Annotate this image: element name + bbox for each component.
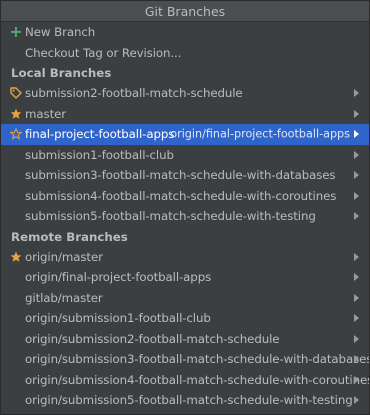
star-filled-icon bbox=[10, 251, 22, 263]
submenu-arrow-icon bbox=[354, 130, 359, 139]
remote-branch-item[interactable]: origin/master bbox=[1, 247, 369, 268]
branch-label: submission2-football-match-schedule bbox=[25, 86, 243, 101]
branch-label: origin/submission2-football-match-schedu… bbox=[25, 331, 280, 346]
submenu-arrow-icon bbox=[354, 334, 359, 343]
local-branch-item[interactable]: submission5-football-match-schedule-with… bbox=[1, 206, 369, 227]
branch-label: origin/submission3-football-match-schedu… bbox=[25, 352, 370, 367]
submenu-arrow-icon bbox=[354, 273, 359, 282]
submenu-arrow-icon bbox=[354, 109, 359, 118]
submenu-arrow-icon bbox=[354, 191, 359, 200]
tracking-branch-label: origin/final-project-football-apps bbox=[170, 127, 350, 141]
branch-label: origin/submission1-football-club bbox=[25, 311, 211, 326]
branch-label: origin/master bbox=[25, 249, 103, 264]
star-filled-icon bbox=[10, 108, 22, 120]
plus-icon: + bbox=[9, 22, 23, 42]
new-branch-action[interactable]: + New Branch bbox=[1, 22, 369, 43]
branch-label: submission4-football-match-schedule-with… bbox=[25, 188, 337, 203]
branch-label: submission3-football-match-schedule-with… bbox=[25, 168, 336, 183]
submenu-arrow-icon bbox=[354, 314, 359, 323]
local-branch-item-selected[interactable]: final-project-football-apps origin/final… bbox=[1, 124, 369, 145]
branch-label: submission5-football-match-schedule-with… bbox=[25, 209, 316, 224]
local-branch-item[interactable]: submission1-football-club bbox=[1, 145, 369, 166]
star-outline-icon bbox=[10, 128, 22, 140]
popup-title: Git Branches bbox=[1, 1, 369, 22]
submenu-arrow-icon bbox=[354, 89, 359, 98]
remote-branch-item[interactable]: origin/submission1-football-club bbox=[1, 308, 369, 329]
local-branches-header: Local Branches bbox=[11, 66, 112, 80]
remote-branch-item[interactable]: origin/final-project-football-apps bbox=[1, 267, 369, 288]
submenu-arrow-icon bbox=[354, 212, 359, 221]
local-branch-item[interactable]: submission4-football-match-schedule-with… bbox=[1, 186, 369, 207]
checkout-tag-action[interactable]: Checkout Tag or Revision... bbox=[1, 43, 369, 64]
local-branch-item[interactable]: submission2-football-match-schedule bbox=[1, 83, 369, 104]
remote-branch-item[interactable]: origin/submission4-football-match-schedu… bbox=[1, 370, 369, 391]
remote-branch-item[interactable]: gitlab/master bbox=[1, 288, 369, 309]
branch-label: origin/submission5-football-match-schedu… bbox=[25, 393, 353, 408]
tag-icon bbox=[10, 87, 22, 99]
local-branch-item[interactable]: submission3-football-match-schedule-with… bbox=[1, 165, 369, 186]
branch-label: origin/submission4-football-match-schedu… bbox=[25, 372, 370, 387]
submenu-arrow-icon bbox=[354, 355, 359, 364]
branch-label: master bbox=[25, 106, 67, 121]
remote-branch-item[interactable]: origin/submission2-football-match-schedu… bbox=[1, 329, 369, 350]
remote-branch-item[interactable]: origin/submission3-football-match-schedu… bbox=[1, 349, 369, 370]
local-branch-item[interactable]: master bbox=[1, 104, 369, 125]
remote-branches-header: Remote Branches bbox=[11, 229, 128, 244]
remote-branch-item[interactable]: origin/submission5-football-match-schedu… bbox=[1, 390, 369, 411]
submenu-arrow-icon bbox=[354, 252, 359, 261]
branch-label: origin/final-project-football-apps bbox=[25, 270, 212, 285]
submenu-arrow-icon bbox=[354, 150, 359, 159]
submenu-arrow-icon bbox=[354, 396, 359, 405]
new-branch-label: New Branch bbox=[25, 25, 96, 40]
submenu-arrow-icon bbox=[354, 171, 359, 180]
branch-label: gitlab/master bbox=[25, 290, 103, 305]
submenu-arrow-icon bbox=[354, 375, 359, 384]
git-branches-popup: Git Branches + New Branch Checkout Tag o… bbox=[0, 0, 370, 415]
branch-label: submission1-football-club bbox=[25, 147, 174, 162]
checkout-tag-label: Checkout Tag or Revision... bbox=[25, 45, 182, 60]
submenu-arrow-icon bbox=[354, 293, 359, 302]
branch-label: final-project-football-apps bbox=[25, 127, 175, 142]
